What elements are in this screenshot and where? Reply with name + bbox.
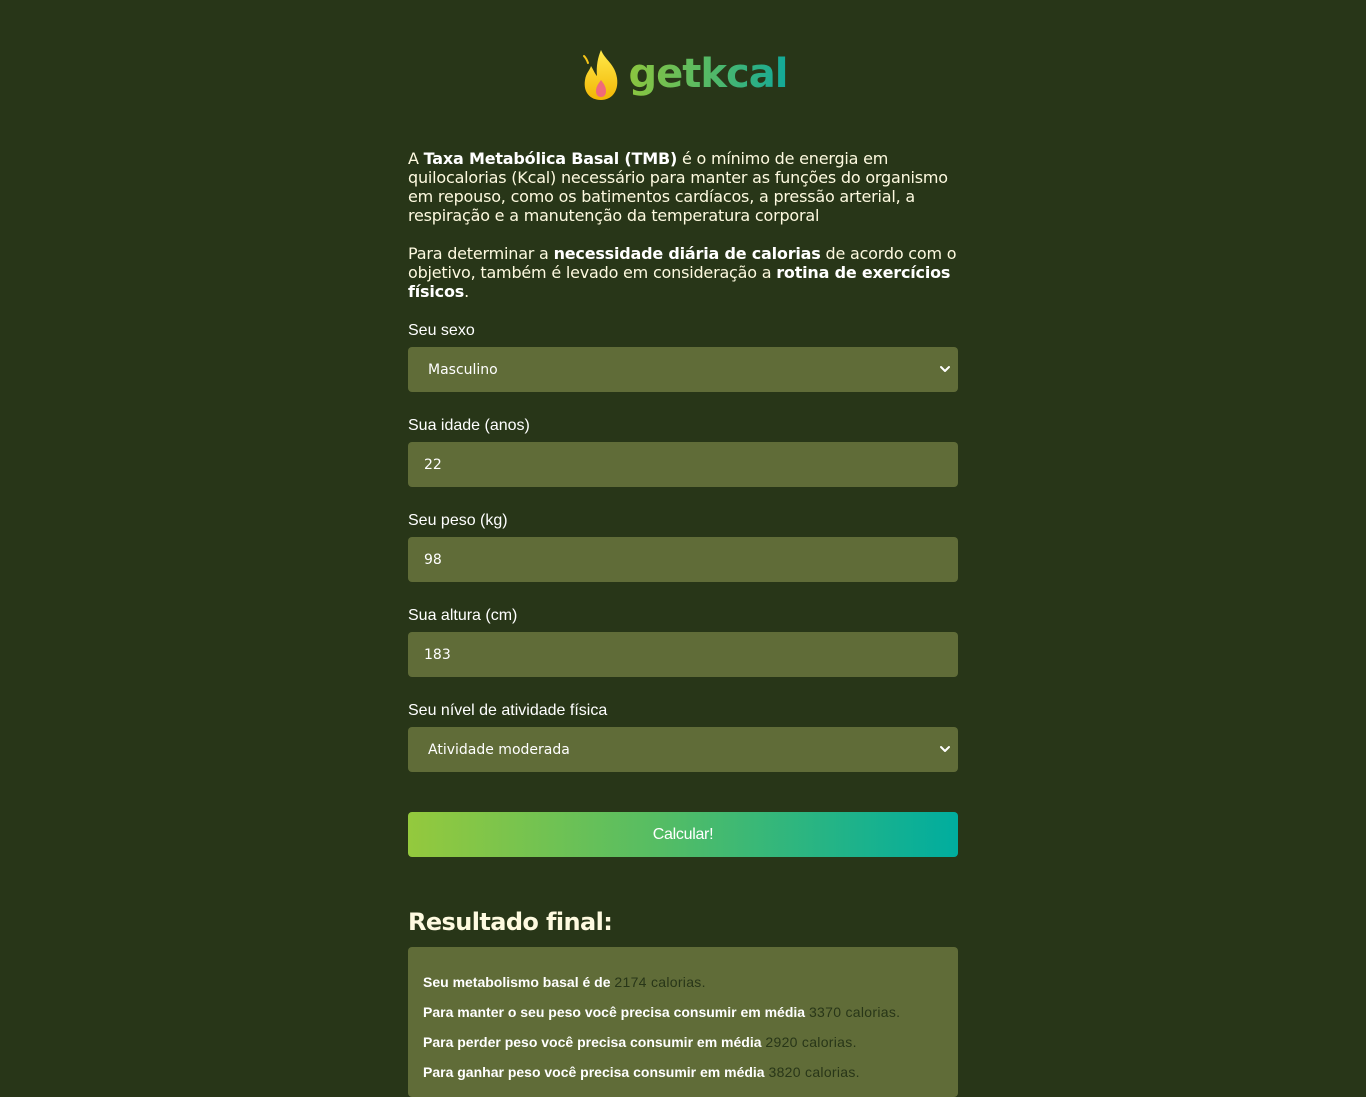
chevron-down-icon [938,362,952,376]
intro-bold-tmb: Taxa Metabólica Basal (TMB) [423,149,678,168]
result-line-basal: Seu metabolismo basal é de 2174 calorias… [423,967,943,997]
result-value-gain: 3820 calorias. [768,1064,860,1080]
sex-select[interactable]: Masculino [408,347,958,392]
result-line-maintain: Para manter o seu peso você precisa cons… [423,997,943,1027]
activity-select-value: Atividade moderada [428,741,570,758]
result-line-text: Para manter o seu peso você precisa cons… [423,1004,809,1020]
weight-input-value: 98 [424,551,442,568]
result-value-maintain: 3370 calorias. [808,1004,901,1020]
result-value-lose: 2920 calorias. [765,1034,857,1050]
age-input-value: 22 [424,456,442,473]
age-field: Sua idade (anos) 22 [408,416,958,487]
result-line-text: Para ganhar peso você precisa consumir e… [423,1064,769,1080]
intro-text: A Taxa Metabólica Basal (TMB) é o mínimo… [408,149,958,301]
result-box: Seu metabolismo basal é de 2174 calorias… [408,947,958,1097]
result-value-basal: 2174 calorias. [614,974,706,990]
brand-name: getkcal [629,44,789,104]
intro-bold-daily-calories: necessidade diária de calorias [553,244,821,263]
brand-logo: getkcal [0,44,1366,104]
chevron-down-icon [938,742,952,756]
age-input[interactable]: 22 [408,442,958,487]
calculate-button[interactable]: Calcular! [408,812,958,857]
result-line-text: Seu metabolismo basal é de [423,974,615,990]
intro-text-segment: . [464,282,469,301]
intro-paragraph-tmb: A Taxa Metabólica Basal (TMB) é o mínimo… [408,149,958,225]
sex-select-value: Masculino [428,361,498,378]
activity-label: Seu nível de atividade física [408,702,608,719]
weight-input[interactable]: 98 [408,537,958,582]
activity-field: Seu nível de atividade física Atividade … [408,701,958,772]
main-content: A Taxa Metabólica Basal (TMB) é o mínimo… [408,149,958,1097]
sex-field: Seu sexo Masculino [408,321,958,392]
height-label: Sua altura (cm) [408,607,518,624]
result-line-gain: Para ganhar peso você precisa consumir e… [423,1057,943,1087]
height-input-value: 183 [424,646,451,663]
intro-paragraph-daily: Para determinar a necessidade diária de … [408,244,958,301]
age-label: Sua idade (anos) [408,417,530,434]
height-field: Sua altura (cm) 183 [408,606,958,677]
weight-label: Seu peso (kg) [408,512,508,529]
result-line-lose: Para perder peso você precisa consumir e… [423,1027,943,1057]
result-line-text: Para perder peso você precisa consumir e… [423,1034,766,1050]
weight-field: Seu peso (kg) 98 [408,511,958,582]
height-input[interactable]: 183 [408,632,958,677]
result-title: Resultado final: [408,908,613,936]
activity-select[interactable]: Atividade moderada [408,727,958,772]
intro-text-segment: A [408,149,424,168]
sex-label: Seu sexo [408,322,475,339]
intro-text-segment: Para determinar a [408,244,554,263]
flame-icon [579,46,623,102]
